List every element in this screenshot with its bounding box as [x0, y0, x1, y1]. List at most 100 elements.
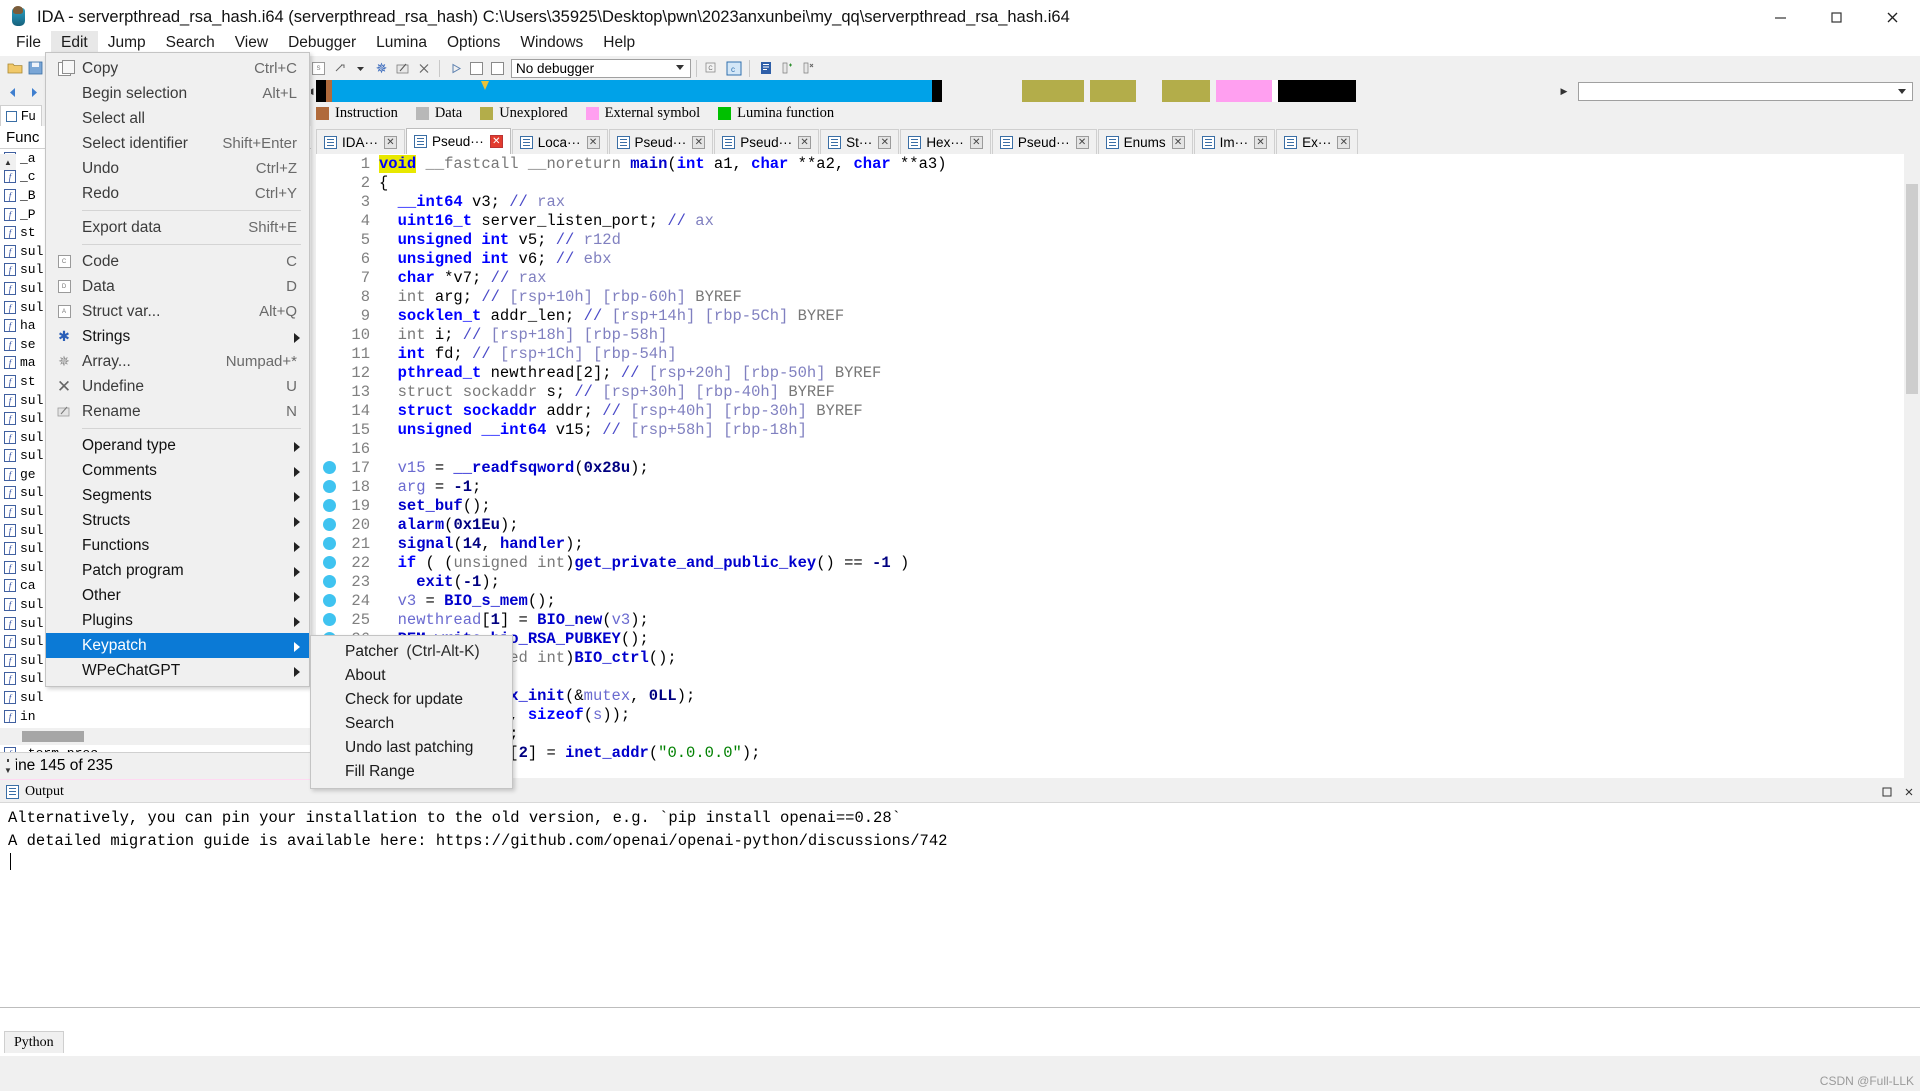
menu-item-wpechatgpt[interactable]: WPeChatGPT	[46, 658, 309, 683]
code-line[interactable]: 9 socklen_t addr_len; // [rsp+14h] [rbp-…	[316, 306, 1904, 325]
breakpoint-slot[interactable]	[323, 423, 336, 436]
menu-windows[interactable]: Windows	[510, 31, 593, 55]
code-line[interactable]: 33 ; (2A13)	[316, 762, 1904, 779]
code-line[interactable]: 21 signal(14, handler);	[316, 534, 1904, 553]
navband-combo[interactable]	[1578, 82, 1913, 101]
tab-im-9[interactable]: Im··· ✕	[1193, 129, 1276, 154]
code-line[interactable]: 11 int fd; // [rsp+1Ch] [rbp-54h]	[316, 344, 1904, 363]
tab-pseud-3[interactable]: Pseud··· ✕	[608, 129, 714, 154]
menu-item-struct-var[interactable]: A Struct var... Alt+Q	[46, 299, 309, 324]
code-line[interactable]: 1 void __fastcall __noreturn main(int a1,…	[316, 154, 1904, 173]
code-line[interactable]: 7 char *v7; // rax	[316, 268, 1904, 287]
add-breakpoint-icon[interactable]	[777, 59, 796, 78]
code-line[interactable]: 32 addr.sa_data[2] = inet_addr("0.0.0.0"…	[316, 743, 1904, 762]
breakpoint-slot[interactable]	[323, 347, 336, 360]
breakpoint-slot[interactable]	[323, 385, 336, 398]
code-line[interactable]: 22 if ( (unsigned int)get_private_and_pu…	[316, 553, 1904, 572]
code-line[interactable]: 13 struct sockaddr s; // [rsp+30h] [rbp-…	[316, 382, 1904, 401]
output-command-input[interactable]	[0, 1007, 1920, 1031]
scrollbar-thumb[interactable]	[22, 731, 84, 742]
code-line[interactable]: 15 unsigned __int64 v15; // [rsp+58h] [r…	[316, 420, 1904, 439]
menu-item-select-identifier[interactable]: Select identifier Shift+Enter	[46, 131, 309, 156]
breakpoint-slot[interactable]	[323, 404, 336, 417]
output-restore-button[interactable]	[1876, 781, 1898, 803]
breakpoint-slot[interactable]	[323, 290, 336, 303]
remove-breakpoint-icon[interactable]	[798, 59, 817, 78]
menu-options[interactable]: Options	[437, 31, 510, 55]
menu-item-operand-type[interactable]: Operand type	[46, 433, 309, 458]
submenu-item-search[interactable]: Search	[311, 712, 512, 736]
close-button[interactable]	[1864, 0, 1920, 34]
breakpoint-slot[interactable]	[323, 233, 336, 246]
sidebar-horizontal-scrollbar[interactable]	[0, 728, 311, 745]
menu-help[interactable]: Help	[593, 31, 645, 55]
maximize-button[interactable]	[1808, 0, 1864, 34]
function-list-item[interactable]: f sul	[0, 688, 311, 707]
menu-item-segments[interactable]: Segments	[46, 483, 309, 508]
menu-item-data[interactable]: D Data D	[46, 274, 309, 299]
menu-item-structs[interactable]: Structs	[46, 508, 309, 533]
menu-item-array[interactable]: ✵ Array... Numpad+*	[46, 349, 309, 374]
menu-item-plugins[interactable]: Plugins	[46, 608, 309, 633]
tab-close-icon[interactable]: ✕	[1171, 135, 1185, 149]
menu-item-patch-program[interactable]: Patch program	[46, 558, 309, 583]
tab-pseud-1[interactable]: Pseud··· ✕	[406, 128, 511, 154]
code-line[interactable]: 27 v5 = (unsigned int)BIO_ctrl();	[316, 648, 1904, 667]
array-icon[interactable]: ✵	[372, 59, 391, 78]
submenu-item-about[interactable]: About	[311, 664, 512, 688]
breakpoint-dot-icon[interactable]	[323, 537, 336, 550]
rename-icon[interactable]	[393, 59, 412, 78]
breakpoint-slot[interactable]	[323, 366, 336, 379]
tab-pseud-4[interactable]: Pseud··· ✕	[714, 129, 820, 154]
breakpoint-dot-icon[interactable]	[323, 556, 336, 569]
save-icon[interactable]	[26, 59, 45, 78]
tab-close-icon[interactable]: ✕	[692, 135, 706, 149]
tab-ida-0[interactable]: IDA··· ✕	[316, 129, 405, 154]
tab-enums-8[interactable]: Enums ✕	[1097, 129, 1193, 154]
menu-item-keypatch[interactable]: Keypatch	[46, 633, 309, 658]
code-line[interactable]: 19 set_buf();	[316, 496, 1904, 515]
nav-forward-icon[interactable]	[24, 83, 43, 102]
pause-icon[interactable]	[467, 59, 486, 78]
tab-close-icon[interactable]: ✕	[489, 135, 503, 148]
code-line[interactable]: 3 __int64 v3; // rax	[316, 192, 1904, 211]
breakpoint-dot-icon[interactable]	[323, 613, 336, 626]
code-line[interactable]: 23 exit(-1);	[316, 572, 1904, 591]
editor-scroll-down-arrow[interactable]: ▼	[0, 762, 16, 778]
open-file-icon[interactable]	[5, 59, 24, 78]
breakpoint-slot[interactable]	[323, 309, 336, 322]
navband-right-arrow[interactable]: ▶	[1558, 80, 1570, 102]
tab-ex-10[interactable]: Ex··· ✕	[1276, 129, 1359, 154]
delete-icon[interactable]	[414, 59, 433, 78]
scrollbar-thumb-vertical[interactable]	[1906, 184, 1918, 394]
navigation-band[interactable]	[316, 80, 1556, 102]
output-body[interactable]: Alternatively, you can pin your installa…	[0, 803, 1920, 874]
breakpoint-slot[interactable]	[323, 176, 336, 189]
code-line[interactable]: 30 memset(&s, 0, sizeof(s));	[316, 705, 1904, 724]
editor-vertical-scrollbar[interactable]	[1904, 154, 1920, 778]
run-icon[interactable]	[446, 59, 465, 78]
tab-pseud-7[interactable]: Pseud··· ✕	[991, 129, 1097, 154]
code-line[interactable]: 2{	[316, 173, 1904, 192]
breakpoint-dot-icon[interactable]	[323, 461, 336, 474]
code-line[interactable]: 4 uint16_t server_listen_port; // ax	[316, 211, 1904, 230]
code-line[interactable]: 20 alarm(0x1Eu);	[316, 515, 1904, 534]
debug-options-icon[interactable]: C	[703, 59, 722, 78]
tab-st-5[interactable]: St··· ✕	[820, 129, 900, 154]
code-line[interactable]: 10 int i; // [rsp+18h] [rbp-58h]	[316, 325, 1904, 344]
code-line[interactable]: 8 int arg; // [rsp+10h] [rbp-60h] BYREF	[316, 287, 1904, 306]
menu-item-code[interactable]: C Code C	[46, 249, 309, 274]
tab-hex-6[interactable]: Hex··· ✕	[900, 129, 991, 154]
tab-close-icon[interactable]: ✕	[1337, 135, 1351, 149]
code-line[interactable]: 16	[316, 439, 1904, 458]
code-line[interactable]: 24 v3 = BIO_s_mem();	[316, 591, 1904, 610]
breakpoint-slot[interactable]	[323, 214, 336, 227]
menu-item-comments[interactable]: Comments	[46, 458, 309, 483]
tab-close-icon[interactable]: ✕	[878, 135, 892, 149]
code-line[interactable]: 25 newthread[1] = BIO_new(v3);	[316, 610, 1904, 629]
tab-loca-2[interactable]: Loca··· ✕	[511, 129, 608, 154]
code-line[interactable]: 6 unsigned int v6; // ebx	[316, 249, 1904, 268]
submenu-item-check-for-update[interactable]: Check for update	[311, 688, 512, 712]
code-line[interactable]: 26 PEM_write_bio_RSA_PUBKEY();	[316, 629, 1904, 648]
menu-item-strings[interactable]: ✱ Strings	[46, 324, 309, 349]
